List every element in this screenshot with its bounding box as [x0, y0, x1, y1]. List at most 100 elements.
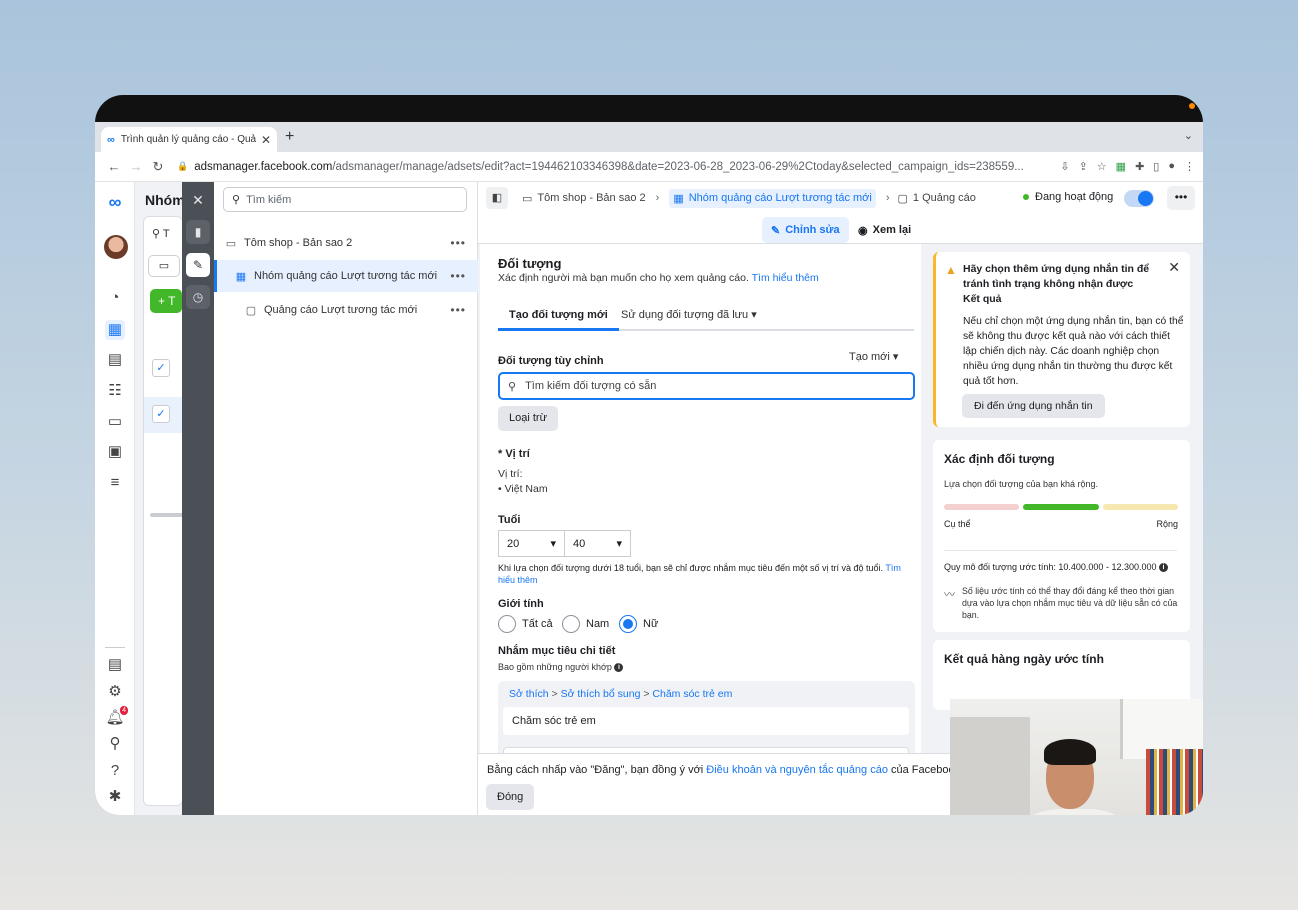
close-tab-icon[interactable]: ✕: [261, 133, 271, 147]
extensions-puzzle-icon[interactable]: ✚: [1135, 160, 1144, 173]
billing-icon[interactable]: ▭: [105, 412, 125, 432]
close-icon[interactable]: ✕: [1168, 259, 1180, 276]
custom-audience-search-input[interactable]: ⚲ Tìm kiếm đối tượng có sẵn: [498, 372, 915, 400]
go-to-messaging-apps-button[interactable]: Đi đến ứng dụng nhắn tin: [962, 394, 1105, 418]
webcam-person-hair: [1044, 739, 1096, 765]
active-toggle[interactable]: [1124, 190, 1154, 207]
search-icon[interactable]: ⚲: [105, 734, 125, 754]
gender-radio-all[interactable]: Tất cả: [498, 615, 553, 633]
row-checkbox[interactable]: ✓: [152, 405, 170, 423]
reports-icon[interactable]: ▤: [105, 350, 125, 370]
adset-grid-icon: ▦: [235, 270, 247, 283]
more-options-icon[interactable]: •••: [450, 303, 466, 317]
more-options-button[interactable]: •••: [1167, 186, 1195, 210]
help-icon[interactable]: ?: [105, 761, 125, 781]
tab-saved-audience[interactable]: Sử dụng đối tượng đã lưu ▾: [621, 304, 757, 331]
meta-logo-icon[interactable]: ∞: [105, 192, 125, 212]
recording-indicator: [1189, 103, 1195, 109]
folder-icon: ▭: [522, 192, 533, 205]
url-field[interactable]: 🔒 adsmanager.facebook.com/adsmanager/man…: [177, 161, 1052, 173]
reload-icon[interactable]: ↻: [147, 159, 169, 175]
caret-down-icon: ▾: [751, 309, 757, 321]
nav-divider: [105, 647, 125, 648]
audience-definition-card: Xác định đối tượng Lựa chọn đối tượng củ…: [933, 440, 1190, 632]
close-button[interactable]: Đóng: [486, 784, 535, 810]
horizontal-scrollbar[interactable]: [150, 513, 184, 517]
browser-tab[interactable]: ∞ Trình quản lý quảng cáo - Quả ✕: [101, 127, 277, 152]
webcam-person-body: [1012, 809, 1137, 815]
edit-pencil-icon[interactable]: ✎: [186, 253, 210, 277]
gender-radio-female[interactable]: Nữ: [619, 615, 658, 633]
breadcrumb-adset[interactable]: ▦ Nhóm quảng cáo Lượt tương tác mới: [669, 188, 876, 208]
sidepanel-icon[interactable]: ▯: [1153, 160, 1159, 173]
background-campaign-list: Nhóm ⚲ T ▭ + T ✓ ✓: [135, 182, 185, 815]
chart-icon[interactable]: ▮: [186, 220, 210, 244]
review-button[interactable]: ◉ Xem lại: [849, 217, 920, 243]
forward-icon[interactable]: →: [125, 159, 147, 174]
publish-footer: Bằng cách nhấp vào "Đăng", bạn đồng ý vớ…: [478, 753, 963, 815]
tree-item-ad[interactable]: ▢ Quảng cáo Lượt tương tác mới •••: [214, 294, 478, 326]
webcam-shelf: [950, 717, 1030, 815]
bookmark-star-icon[interactable]: ☆: [1097, 160, 1107, 173]
breadcrumb-ads[interactable]: ▢ 1 Quảng cáo: [898, 192, 976, 205]
close-editor-icon[interactable]: ✕: [186, 188, 210, 212]
exclude-button[interactable]: Loại trừ: [498, 406, 558, 431]
browser-extensions: ⇩ ⇪ ☆ ▦ ✚ ▯ ● ⋮: [1060, 160, 1195, 173]
campaigns-table-icon[interactable]: ▦: [105, 320, 125, 340]
tab-search-icon[interactable]: ⌄: [1184, 129, 1193, 142]
audiences-icon[interactable]: ☷: [105, 381, 125, 401]
folder-icon[interactable]: ▭: [148, 255, 180, 277]
breadcrumb-campaign[interactable]: ▭ Tôm shop - Bản sao 2: [522, 192, 646, 205]
sidebar-toggle-icon[interactable]: ◧: [486, 187, 508, 209]
folder-icon: ▭: [225, 237, 237, 250]
editor-toolstrip: ✕ ▮ ✎ ◷: [182, 182, 214, 815]
section-description: Xác định người mà bạn muốn cho họ xem qu…: [498, 272, 819, 284]
back-icon[interactable]: ←: [103, 159, 125, 174]
screen: ∞ Trình quản lý quảng cáo - Quả ✕ + ⌄ ← …: [95, 122, 1203, 815]
tree-search-input[interactable]: ⚲ Tìm kiếm: [223, 187, 467, 212]
news-icon[interactable]: ▤: [105, 655, 125, 675]
profile-icon[interactable]: ●: [1168, 160, 1175, 173]
select-all-checkbox[interactable]: ✓: [152, 359, 170, 377]
more-options-icon[interactable]: •••: [450, 236, 466, 250]
mode-bar: ✎ Chỉnh sửa ◉ Xem lại: [478, 214, 1203, 244]
create-button[interactable]: + T: [150, 289, 182, 313]
install-icon[interactable]: ⇩: [1060, 160, 1069, 173]
tree-item-adset[interactable]: ▦ Nhóm quảng cáo Lượt tương tác mới •••: [214, 260, 478, 292]
detailed-targeting-label: Nhắm mục tiêu chi tiết: [498, 645, 616, 657]
address-bar: ← → ↻ 🔒 adsmanager.facebook.com/adsmanag…: [95, 152, 1203, 182]
tree-item-campaign[interactable]: ▭ Tôm shop - Bản sao 2 •••: [214, 227, 478, 259]
avatar[interactable]: [104, 235, 128, 259]
dashboard-gauge-icon[interactable]: ◔: [105, 288, 125, 308]
info-icon[interactable]: i: [614, 663, 624, 673]
browser-menu-icon[interactable]: ⋮: [1184, 160, 1195, 173]
estimate-trend-icon: 〰: [944, 589, 955, 601]
share-icon[interactable]: ⇪: [1079, 160, 1088, 173]
interest-item[interactable]: Chăm sóc trẻ em: [503, 707, 909, 735]
bug-report-icon[interactable]: ✱: [105, 787, 125, 807]
settings-gear-icon[interactable]: ⚙: [105, 682, 125, 702]
notifications-bell-icon[interactable]: 🔔︎ 4: [105, 706, 128, 728]
gender-radio-male[interactable]: Nam: [562, 615, 609, 633]
history-clock-icon[interactable]: ◷: [186, 285, 210, 309]
campaign-tree: ⚲ Tìm kiếm ▭ Tôm shop - Bản sao 2 ••• ▦ …: [214, 182, 478, 815]
terms-link[interactable]: Điều khoản và nguyên tắc quảng cáo: [706, 764, 888, 776]
list-search-input[interactable]: ⚲ T: [152, 227, 170, 240]
age-max-select[interactable]: 40 ▾: [564, 530, 631, 557]
info-icon[interactable]: i: [1159, 563, 1168, 573]
lock-icon: 🔒: [177, 161, 189, 171]
sheets-extension-icon[interactable]: ▦: [1116, 160, 1126, 173]
create-new-dropdown[interactable]: Tạo mới ▾: [849, 350, 898, 363]
all-tools-menu-icon[interactable]: ≡: [105, 473, 125, 493]
new-tab-button[interactable]: +: [285, 128, 294, 146]
tab-create-new-audience[interactable]: Tạo đối tượng mới: [498, 304, 619, 331]
location-value[interactable]: • Việt Nam: [498, 483, 548, 495]
audience-tabs: Tạo đối tượng mới Sử dụng đối tượng đã l…: [498, 304, 914, 331]
edit-button[interactable]: ✎ Chỉnh sửa: [762, 217, 849, 243]
meta-favicon-icon: ∞: [107, 133, 115, 146]
age-min-select[interactable]: 20 ▾: [498, 530, 565, 557]
more-options-icon[interactable]: •••: [450, 269, 466, 283]
terms-text: Bằng cách nhấp vào "Đăng", bạn đồng ý vớ…: [487, 764, 964, 776]
creative-hub-icon[interactable]: ▣: [105, 442, 125, 462]
learn-more-link[interactable]: Tìm hiểu thêm: [752, 272, 819, 284]
